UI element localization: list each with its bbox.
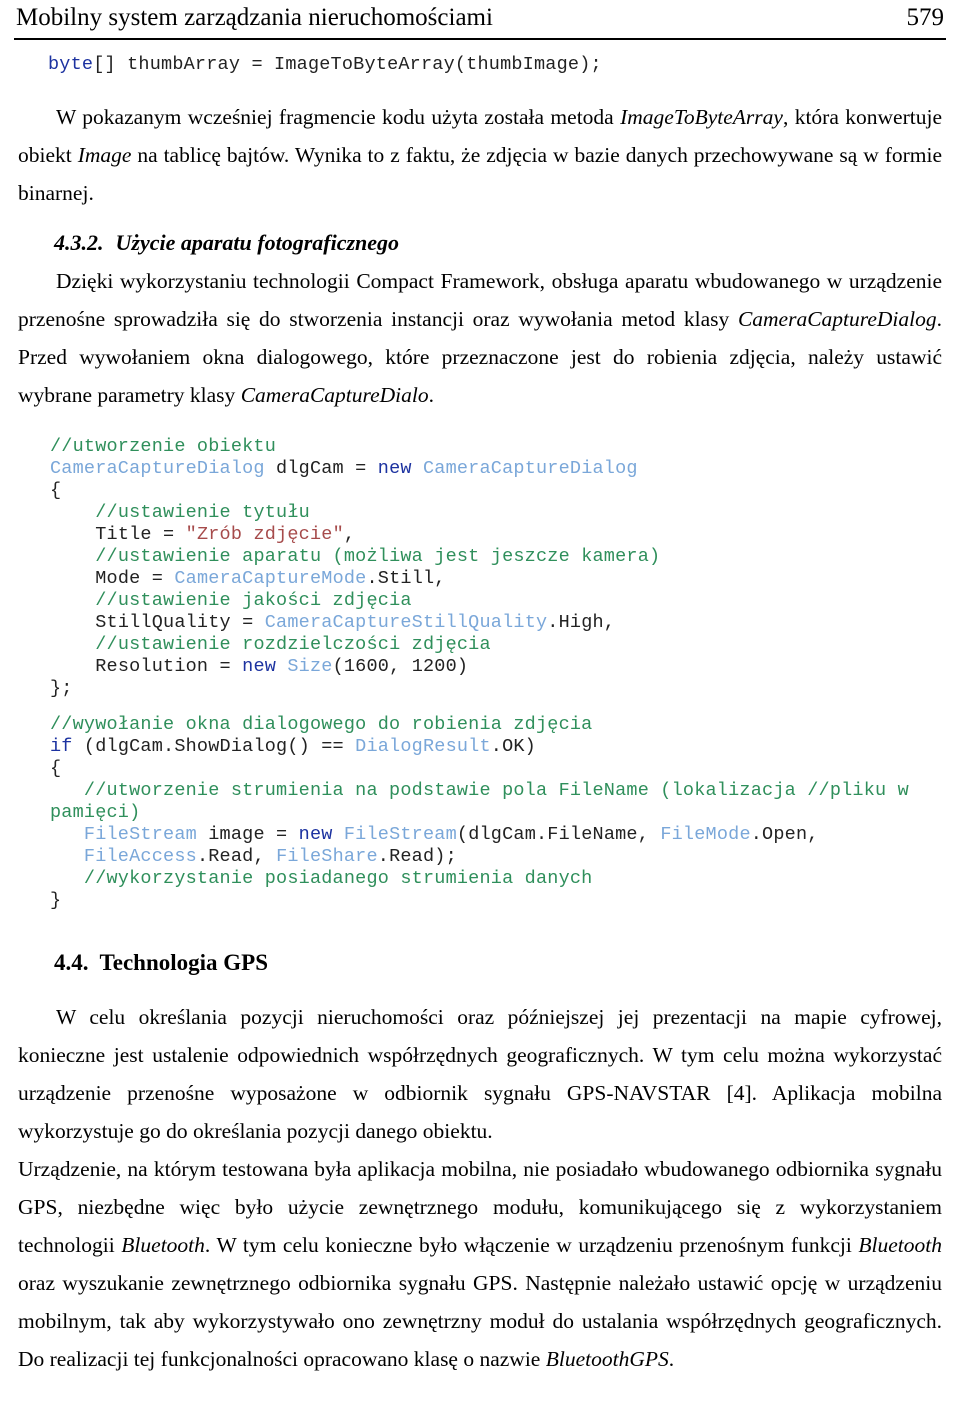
heading-number: 4.3.2.	[54, 229, 104, 255]
heading-number: 4.4.	[54, 949, 89, 975]
heading-4-3-2: 4.3.2. Użycie aparatu fotograficznego	[54, 226, 948, 260]
page-number: 579	[906, 4, 945, 31]
running-header: Mobilny system zarządzania nieruchomości…	[12, 0, 948, 38]
paragraph-image-to-byte-array: W pokazanym wcześniej fragmencie kodu uż…	[18, 104, 942, 205]
header-divider	[14, 37, 946, 40]
code-block-camera-capture: //utworzenie obiektu CameraCaptureDialog …	[50, 435, 661, 699]
paragraph-bluetooth-gps: Urządzenie, na którym testowana była apl…	[18, 1156, 942, 1371]
paragraph-gps-intro: W celu określania pozycji nieruchomości …	[18, 1004, 942, 1143]
code-block-show-dialog: //wywołanie okna dialogowego do robienia…	[50, 713, 921, 911]
heading-text: Użycie aparatu fotograficznego	[115, 229, 400, 255]
heading-text: Technologia GPS	[99, 949, 269, 975]
paragraph-camera-capture-dialog: Dzięki wykorzystaniu technologii Compact…	[18, 268, 942, 407]
heading-4-4: 4.4. Technologia GPS	[54, 946, 948, 980]
header-title: Mobilny system zarządzania nieruchomości…	[16, 4, 493, 31]
code-text: [] thumbArray = ImageToByteArray(thumbIm…	[93, 53, 602, 75]
document-page: Mobilny system zarządzania nieruchomości…	[0, 0, 960, 1428]
code-snippet-top: byte[] thumbArray = ImageToByteArray(thu…	[48, 54, 948, 76]
code-keyword: byte	[48, 53, 94, 75]
